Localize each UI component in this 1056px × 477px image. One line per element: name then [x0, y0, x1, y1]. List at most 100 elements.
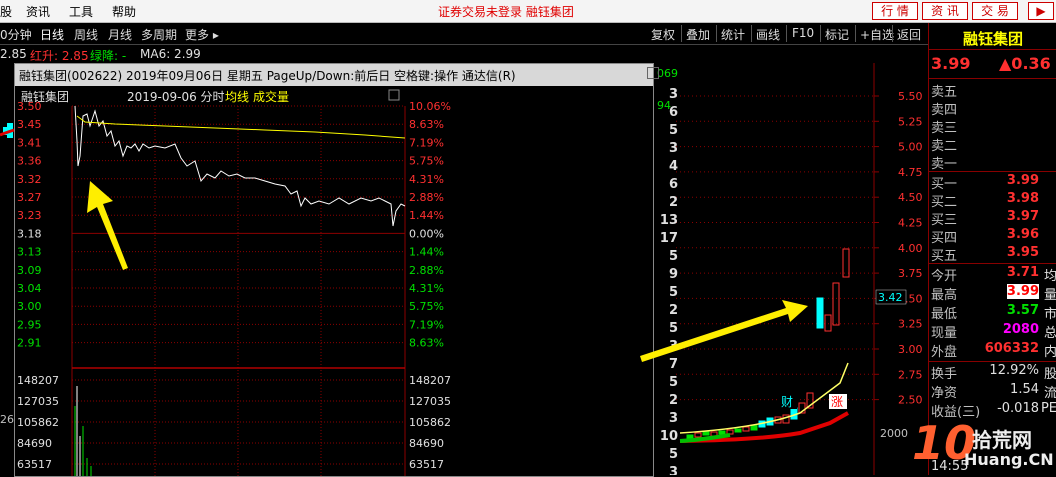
- ask-row[interactable]: 卖二: [929, 135, 1056, 154]
- stat-row: 最高 3.99 量: [929, 284, 1056, 303]
- menu-news[interactable]: 资讯: [26, 3, 50, 20]
- price-tick: 3.41: [17, 136, 42, 149]
- finance-marker[interactable]: 财: [781, 395, 793, 409]
- kline-price-tick: 3.75: [898, 267, 923, 280]
- rise-marker[interactable]: 涨: [831, 394, 843, 409]
- ask-row[interactable]: 卖四: [929, 99, 1056, 118]
- quote-header: 融钰集团: [929, 23, 1056, 50]
- trade-count: 10: [659, 429, 678, 444]
- stat-row: 现量 2080 总: [929, 322, 1056, 341]
- bid-row[interactable]: 买三 3.97: [929, 209, 1056, 228]
- left-edge-label: 26: [0, 413, 14, 426]
- bid-row[interactable]: 买一 3.99: [929, 173, 1056, 192]
- kline-price-tick: 2.75: [898, 368, 923, 381]
- mark-button[interactable]: 标记: [825, 26, 849, 43]
- kline-candle: [742, 426, 750, 432]
- ask-label: 卖二: [931, 139, 958, 154]
- book-divider: [929, 263, 1056, 264]
- bid-label: 买二: [931, 195, 958, 210]
- quote-stock-name: 融钰集团: [963, 30, 1024, 48]
- period-daily[interactable]: 日线: [40, 26, 64, 43]
- adjust-button[interactable]: 复权: [651, 26, 675, 43]
- trade-count: 6: [668, 105, 678, 120]
- intraday-popup[interactable]: 融钰集团(002622) 2019年09月06日 星期五 PageUp/Down…: [14, 63, 659, 477]
- add-watchlist-button[interactable]: +自选: [860, 26, 894, 43]
- pct-tick: 7.19%: [409, 318, 444, 331]
- price-tick: 3.45: [17, 118, 42, 131]
- trade-count: 5: [668, 249, 678, 264]
- trade-count: 3: [668, 411, 678, 426]
- price-tick: 3.27: [17, 191, 42, 204]
- stat-label: 净资: [931, 386, 958, 401]
- trade-count: 13: [659, 213, 678, 228]
- stat-tail: 股: [1043, 367, 1056, 382]
- quote-price: 3.99: [931, 54, 971, 73]
- quote-price-row: 3.99 ▲0.36: [929, 50, 1056, 79]
- ask-row[interactable]: 卖五: [929, 81, 1056, 100]
- f10-button[interactable]: F10: [792, 26, 814, 40]
- ask-label: 卖三: [931, 121, 958, 136]
- bid-row[interactable]: 买四 3.96: [929, 227, 1056, 246]
- volume-tick: 127035: [17, 395, 59, 408]
- pct-tick: 8.63%: [409, 337, 444, 350]
- price-tick: 3.50: [17, 100, 42, 113]
- draw-button[interactable]: 画线: [756, 26, 780, 43]
- menu-help[interactable]: 帮助: [112, 3, 136, 20]
- menu-tools[interactable]: 工具: [69, 3, 93, 20]
- stat-value: 1.54: [1010, 382, 1039, 397]
- trade-count: 5: [668, 447, 678, 462]
- ask-row[interactable]: 卖一: [929, 153, 1056, 172]
- stat-tail: 市: [1043, 307, 1056, 322]
- volume-tick-right: 84690: [409, 437, 444, 450]
- ask-label: 卖五: [931, 85, 958, 100]
- period-more[interactable]: 更多 ▸: [185, 26, 219, 43]
- stat-value: 3.99: [1006, 284, 1039, 299]
- bid-price: 3.99: [1006, 173, 1039, 188]
- toolbar-divider: [786, 25, 787, 42]
- intraday-chart[interactable]: 融钰集团 2019-09-06 分时 均线 成交量 3.50 10.06%3.45…: [15, 86, 455, 476]
- ask-row[interactable]: 卖三: [929, 117, 1056, 136]
- trade-count: 2: [668, 393, 678, 408]
- stats-button[interactable]: 统计: [721, 26, 745, 43]
- pct-tick: 1.44%: [409, 209, 444, 222]
- vol-legend: 成交量: [253, 89, 289, 104]
- trade-count: 3: [668, 141, 678, 156]
- stat-value: 606332: [984, 341, 1039, 356]
- stat-row: 外盘 606332 内: [929, 341, 1056, 360]
- trade-button[interactable]: 交 易: [972, 2, 1018, 20]
- menu-stock[interactable]: 股: [0, 3, 12, 20]
- volume-tick-right: 148207: [409, 374, 451, 387]
- bid-price: 3.95: [1006, 245, 1039, 260]
- chart-toolbar: 0分钟 日线 周线 月线 多周期 更多 ▸ 复权 叠加 统计 画线 F10 标记…: [0, 23, 928, 45]
- book-divider: [929, 171, 1056, 172]
- period-monthly[interactable]: 月线: [108, 26, 132, 43]
- popup-titlebar[interactable]: 融钰集团(002622) 2019年09月06日 星期五 PageUp/Down…: [15, 64, 659, 86]
- stat-tail: PE: [1040, 401, 1056, 416]
- more-button[interactable]: ▶: [1028, 2, 1054, 20]
- period-weekly[interactable]: 周线: [74, 26, 98, 43]
- bid-row[interactable]: 买二 3.98: [929, 191, 1056, 210]
- pct-tick: 0.00%: [409, 227, 444, 240]
- kline-candle: [694, 432, 702, 438]
- stat-label: 现量: [931, 326, 958, 341]
- toolbar-divider: [892, 25, 893, 42]
- bid-label: 买一: [931, 177, 958, 192]
- kline-price-tick: 4.25: [898, 217, 923, 230]
- pct-tick: 2.88%: [409, 191, 444, 204]
- stat-label: 最高: [931, 288, 958, 303]
- kline-price-axis: 5.505.255.004.754.504.254.003.753.503.25…: [874, 90, 923, 407]
- pct-tick: 7.19%: [409, 136, 444, 149]
- volume-tick: 84690: [17, 437, 52, 450]
- news-button[interactable]: 资 讯: [922, 2, 968, 20]
- kline-price-tick: 4.00: [898, 242, 923, 255]
- kline-price-tick: 5.00: [898, 141, 923, 154]
- overlay-button[interactable]: 叠加: [686, 26, 710, 43]
- trade-status: 证券交易未登录 融钰集团: [438, 5, 574, 19]
- bid-row[interactable]: 买五 3.95: [929, 245, 1056, 264]
- period-minute[interactable]: 0分钟: [0, 26, 32, 43]
- quote-button[interactable]: 行 情: [872, 2, 918, 20]
- watermark-site: 拾荒网: [972, 428, 1032, 452]
- maximize-icon[interactable]: [647, 67, 659, 79]
- period-multi[interactable]: 多周期: [141, 26, 177, 43]
- back-button[interactable]: 返回: [897, 26, 921, 43]
